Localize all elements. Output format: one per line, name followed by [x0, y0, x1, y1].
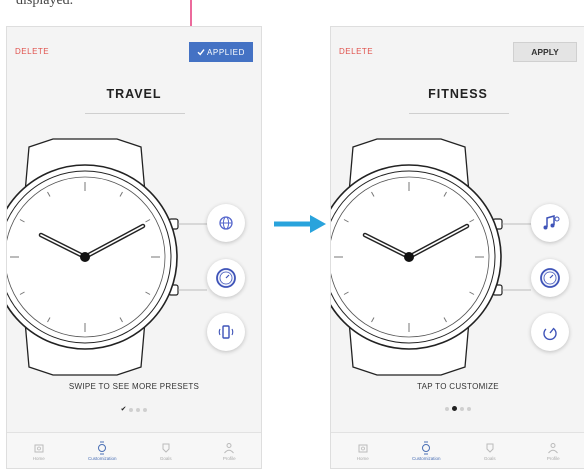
pager-dot	[467, 406, 471, 411]
watch-icon	[98, 441, 107, 455]
music-icon	[543, 215, 560, 230]
preset-title: TRAVEL	[106, 87, 162, 101]
pager-check-icon: ✔	[120, 406, 127, 413]
tab-label: Goals	[483, 456, 496, 461]
dial-icon	[216, 268, 236, 288]
complication-dial[interactable]	[531, 259, 569, 297]
home-icon	[34, 444, 44, 453]
pager-dot-active	[452, 406, 457, 411]
tab-label: Goals	[159, 456, 172, 461]
top-bar: DELETE APPLY	[331, 41, 584, 65]
page-indicator[interactable]: ✔	[7, 406, 261, 413]
check-icon	[197, 49, 205, 56]
tab-label: Customization	[411, 456, 441, 461]
complication-phone[interactable]	[207, 313, 245, 351]
tab-bar: Home Customization Goals Profile	[331, 432, 584, 468]
hint-text: TAP TO CUSTOMIZE	[417, 382, 499, 391]
delete-button[interactable]: DELETE	[15, 47, 49, 56]
flow-arrow-icon	[274, 215, 326, 233]
profile-icon	[224, 443, 235, 454]
hint-text: SWIPE TO SEE MORE PRESETS	[68, 382, 200, 391]
globe-icon	[219, 216, 233, 230]
applied-label: APPLIED	[207, 47, 245, 57]
pager-dot	[136, 407, 141, 412]
phone-screen-fitness: DELETE APPLY FITNESS TAP TO CUSTOMIZE Ho…	[330, 26, 584, 469]
tab-label: Profile	[222, 456, 236, 461]
tab-home[interactable]: Home	[7, 433, 71, 468]
home-icon	[358, 444, 368, 453]
dial-icon	[540, 268, 560, 288]
phone-screen-travel: DELETE APPLIED TRAVEL SWIPE TO SEE MORE …	[6, 26, 262, 469]
top-bar: DELETE APPLIED	[7, 41, 261, 65]
tab-label: Home	[32, 456, 45, 461]
apply-button[interactable]: APPLY	[513, 42, 577, 62]
phone-vibrate-icon	[218, 325, 234, 339]
preset-title: FITNESS	[428, 87, 488, 101]
tab-profile[interactable]: Profile	[198, 433, 262, 468]
pager-dot	[129, 407, 134, 412]
title-divider	[409, 113, 509, 114]
goal-icon	[162, 443, 170, 453]
page-indicator[interactable]	[331, 406, 584, 411]
pager-dot	[445, 406, 449, 411]
goal-icon	[486, 443, 494, 453]
tab-customization[interactable]: Customization	[71, 433, 135, 468]
tab-goals[interactable]: Goals	[134, 433, 198, 468]
title-divider	[85, 113, 185, 114]
tab-label: Customization	[87, 456, 117, 461]
tab-profile[interactable]: Profile	[522, 433, 584, 468]
complication-dial[interactable]	[207, 259, 245, 297]
complication-music[interactable]	[531, 204, 569, 242]
pager-dot	[460, 406, 464, 411]
applied-button[interactable]: APPLIED	[189, 42, 253, 62]
tab-goals[interactable]: Goals	[458, 433, 522, 468]
tab-label: Home	[356, 456, 369, 461]
tab-bar: Home Customization Goals Profile	[7, 432, 262, 468]
delete-button[interactable]: DELETE	[339, 47, 373, 56]
tab-label: Profile	[546, 456, 560, 461]
watch-icon	[422, 441, 431, 455]
pager-dot	[143, 407, 148, 412]
complication-activity[interactable]	[531, 313, 569, 351]
activity-icon	[543, 327, 557, 341]
caption-text: displayed.	[16, 0, 74, 8]
tab-home[interactable]: Home	[331, 433, 395, 468]
complication-globe[interactable]	[207, 204, 245, 242]
profile-icon	[548, 443, 559, 454]
tab-customization[interactable]: Customization	[395, 433, 459, 468]
